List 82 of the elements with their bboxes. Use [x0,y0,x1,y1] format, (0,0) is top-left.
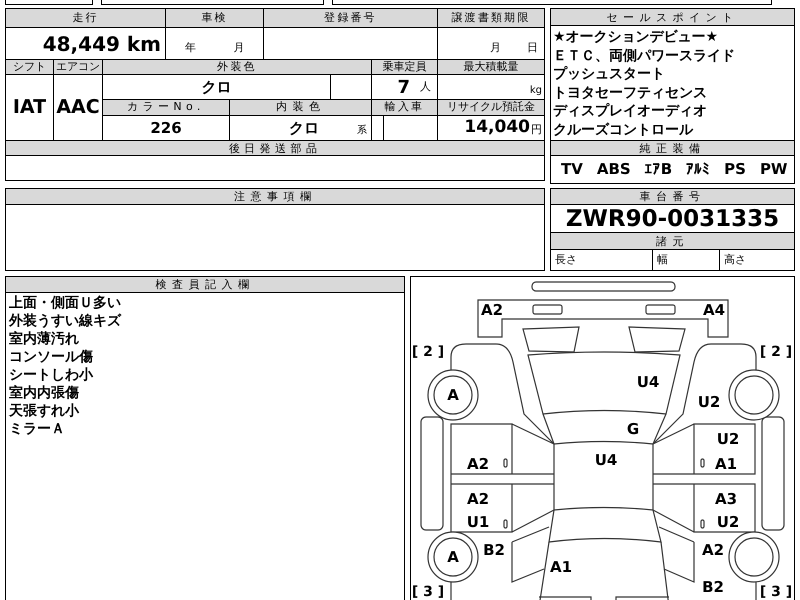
interior-color-value: クロ [289,118,319,139]
panel-number: [ 2 ] [760,344,792,360]
column-header: 譲渡書類期限 [438,9,544,27]
inspector-note: ミラーＡ [9,420,66,438]
inspector-note: 室内薄汚れ [9,330,80,348]
damage-code: A2 [466,490,490,508]
column-header: 輸入車 [372,100,437,115]
sales-point-text: ★オークションデビュー★ [553,28,720,46]
unit-label: 月 [490,40,501,56]
recycle-fee-value: 14,040 [464,116,530,140]
equipment-item: TV [561,158,583,180]
damage-code: U2 [716,430,740,448]
damage-code: A2 [466,455,490,473]
inspector-note: シートしわ小 [9,366,94,384]
column-header: 車検 [166,9,263,27]
damage-code: B2 [702,578,724,596]
unit-label: 円 [531,122,542,138]
section-header: 純正装備 [551,141,794,156]
spec-label: 幅 [653,250,720,270]
column-header: 走行 [6,9,165,27]
color-number-value: 226 [150,118,182,139]
column-header: リサイクル預託金 [438,100,544,115]
sales-point-text: クルーズコントロール [553,120,694,139]
exterior-color-value: クロ [202,76,232,98]
column-header: 登録番号 [264,9,437,27]
inspector-note: 室内内張傷 [9,384,80,402]
column-header: 外装色 [103,60,371,74]
unit-label: 月 [233,40,244,56]
equipment-item: PS [724,158,746,180]
unit-label: 系 [357,124,367,138]
shift-value: IAT [12,95,46,120]
damage-code: B2 [483,541,505,559]
panel-number: [ 3 ] [412,584,444,600]
column-header: 内装色 [230,100,371,115]
aircon-value: AAC [56,95,100,120]
column-header: カラーNo. [103,100,229,115]
damage-code: A [447,386,459,404]
damage-code: U2 [716,513,740,531]
damage-code: U1 [466,513,490,531]
inspector-note: 上面・側面Ｕ多い [9,294,122,312]
column-header: 乗車定員 [372,60,437,74]
damage-code: A [447,548,459,566]
damage-code: U4 [594,451,618,469]
unit-label: 人 [420,78,431,95]
section-header: 車台番号 [551,189,794,205]
equipment-item: PW [760,158,788,180]
unit-label: kg [530,84,542,98]
sales-point-text: トヨタセーフティセンス [553,84,708,102]
damage-code: G [626,420,640,438]
section-header: 検査員記入欄 [6,277,404,293]
damage-code: A1 [714,455,738,473]
damage-code: U4 [636,373,660,391]
equipment-item: ABS [596,158,631,180]
damage-code: A4 [702,301,726,319]
panel-number: [ 3 ] [760,584,792,600]
panel-number: [ 2 ] [412,344,444,360]
damage-code: A1 [550,558,572,576]
spec-label: 高さ [723,252,747,268]
section-header: セールスポイント [551,9,794,26]
sales-point-text: プッシュスタート [553,65,666,84]
damage-code: A2 [480,301,504,319]
section-header: 後日発送部品 [6,141,544,156]
capacity-value: 7 [397,76,410,100]
equipment-item: ｱﾙﾐ [686,158,710,180]
unit-label: 年 [184,40,196,56]
damage-code: U2 [698,393,720,411]
unit-label: 日 [527,40,538,56]
mileage-value: 48,449 km [42,30,161,58]
column-header: 最大積載量 [438,60,544,74]
section-header: 注意事項欄 [6,189,544,205]
inspector-note: 天張すれ小 [9,402,80,420]
sales-point-text: ディスプレイオーディオ [553,102,708,120]
inspector-note: コンソール傷 [9,348,94,366]
column-header: シフト [6,60,53,74]
column-header: エアコン [54,60,102,74]
sales-point-text: ＥＴＣ、両側パワースライド [553,46,736,65]
spec-label: 長さ [551,250,653,270]
equipment-item: ｴｱB [644,158,672,180]
inspector-note: 外装うすい線キズ [9,312,122,330]
damage-code: A3 [714,490,738,508]
section-header: 諸元 [551,233,794,250]
damage-code: A2 [702,541,724,559]
